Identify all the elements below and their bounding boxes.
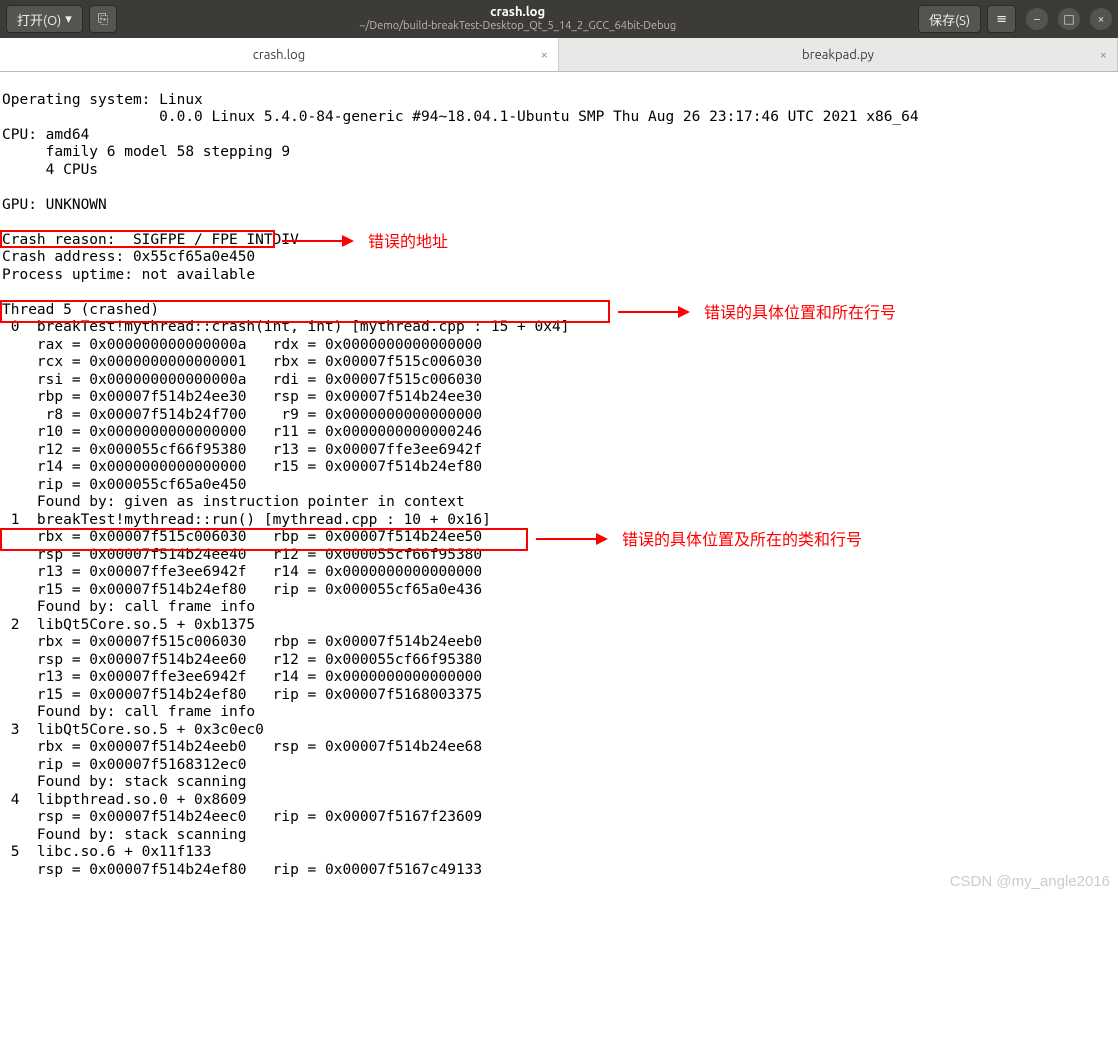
title-area: crash.log ~/Demo/build-breakTest-Desktop… — [123, 5, 912, 34]
watermark: CSDN @my_angle2016 — [950, 873, 1110, 890]
tab-label: crash.log — [253, 48, 305, 62]
titlebar: 打开(O) ▾ ⎘ crash.log ~/Demo/build-breakTe… — [0, 0, 1118, 38]
annotation-label: 错误的具体位置及所在的类和行号 — [622, 530, 862, 548]
window-subtitle: ~/Demo/build-breakTest-Desktop_Qt_5_14_2… — [123, 20, 912, 33]
window-close-button[interactable]: × — [1090, 8, 1112, 30]
hamburger-menu-button[interactable]: ≡ — [987, 5, 1016, 33]
tab-crash-log[interactable]: crash.log × — [0, 38, 559, 71]
arrow-head-icon — [596, 533, 608, 545]
save-button-label: 保存(S) — [929, 10, 970, 29]
file-content: Operating system: Linux 0.0.0 Linux 5.4.… — [2, 92, 919, 878]
annotation-label: 错误的地址 — [368, 232, 448, 250]
arrow-head-icon — [678, 306, 690, 318]
maximize-icon: □ — [1063, 12, 1074, 26]
tab-label: breakpad.py — [802, 48, 874, 62]
annotation-frame1: 错误的具体位置及所在的类和行号 — [536, 530, 862, 548]
new-document-icon: ⎘ — [98, 12, 108, 27]
arrow-head-icon — [342, 235, 354, 247]
save-button[interactable]: 保存(S) — [918, 5, 981, 33]
tab-breakpad-py[interactable]: breakpad.py × — [559, 38, 1118, 71]
tab-close-button[interactable]: × — [541, 48, 548, 62]
hamburger-icon: ≡ — [996, 12, 1007, 27]
window-minimize-button[interactable]: – — [1026, 8, 1048, 30]
open-button-label: 打开(O) — [17, 10, 61, 29]
new-tab-button[interactable]: ⎘ — [89, 5, 117, 33]
text-editor[interactable]: Operating system: Linux 0.0.0 Linux 5.4.… — [0, 72, 1118, 1054]
annotation-crash-address: 错误的地址 — [282, 232, 448, 250]
tab-close-button[interactable]: × — [1100, 48, 1107, 62]
annotation-label: 错误的具体位置和所在行号 — [704, 303, 896, 321]
minimize-icon: – — [1034, 13, 1040, 26]
chevron-down-icon: ▾ — [65, 12, 72, 27]
window-title: crash.log — [123, 5, 912, 21]
close-icon: × — [1098, 13, 1105, 26]
tabbar: crash.log × breakpad.py × — [0, 38, 1118, 72]
arrow-line — [618, 311, 678, 313]
annotation-frame0: 错误的具体位置和所在行号 — [618, 303, 896, 321]
window-maximize-button[interactable]: □ — [1058, 8, 1080, 30]
arrow-line — [536, 538, 596, 540]
open-button[interactable]: 打开(O) ▾ — [6, 5, 83, 33]
